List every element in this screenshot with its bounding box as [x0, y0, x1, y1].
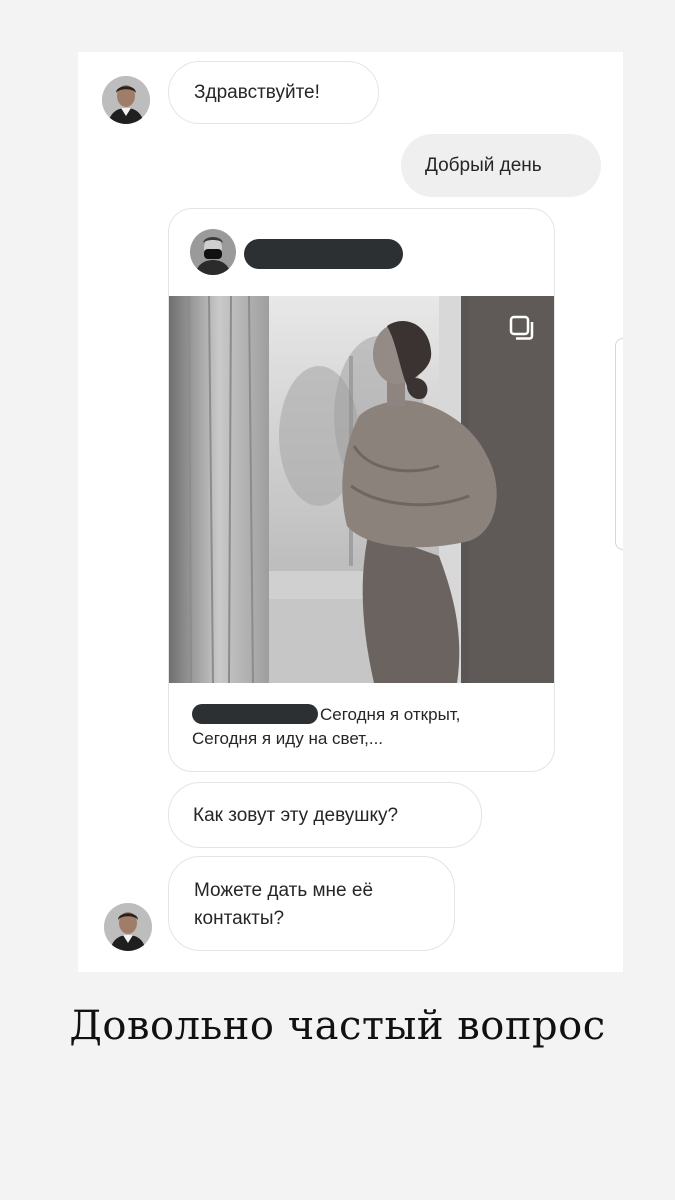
message-text-line-2: контакты?	[194, 908, 285, 929]
post-author-avatar[interactable]	[190, 229, 236, 275]
sender-avatar[interactable]	[104, 903, 152, 951]
post-photo[interactable]	[169, 295, 554, 684]
caption-line-2: Сегодня я иду на свет,...	[192, 729, 384, 748]
shared-post[interactable]: Сегодня я открыт, Сегодня я иду на свет,…	[168, 208, 555, 772]
message-text-line-1: Можете дать мне её	[194, 880, 374, 901]
message-bubble-outgoing[interactable]: Добрый день	[401, 134, 601, 197]
sender-avatar[interactable]	[102, 76, 150, 124]
message-bubble-incoming[interactable]: Как зовут эту девушку?	[168, 782, 482, 848]
message-bubble-incoming[interactable]: Здравствуйте!	[168, 61, 379, 124]
redacted-caption-username	[192, 704, 318, 724]
sender-avatar-image	[104, 903, 152, 951]
sender-avatar-image	[102, 76, 150, 124]
story-caption: Довольно частый вопрос	[69, 1003, 606, 1049]
post-photo-image	[169, 295, 554, 684]
redacted-username	[244, 239, 403, 269]
scrollbar[interactable]	[615, 338, 623, 550]
message-bubble-incoming[interactable]: Можете дать мне её контакты?	[168, 856, 455, 951]
caption-line-1: Сегодня я открыт,	[320, 705, 461, 724]
post-author-avatar-image	[190, 229, 236, 275]
post-caption: Сегодня я открыт, Сегодня я иду на свет,…	[192, 703, 537, 751]
message-text: Как зовут эту девушку?	[193, 805, 399, 826]
message-text: Добрый день	[425, 155, 542, 176]
message-text: Здравствуйте!	[194, 82, 320, 103]
multiple-images-icon	[509, 315, 534, 340]
